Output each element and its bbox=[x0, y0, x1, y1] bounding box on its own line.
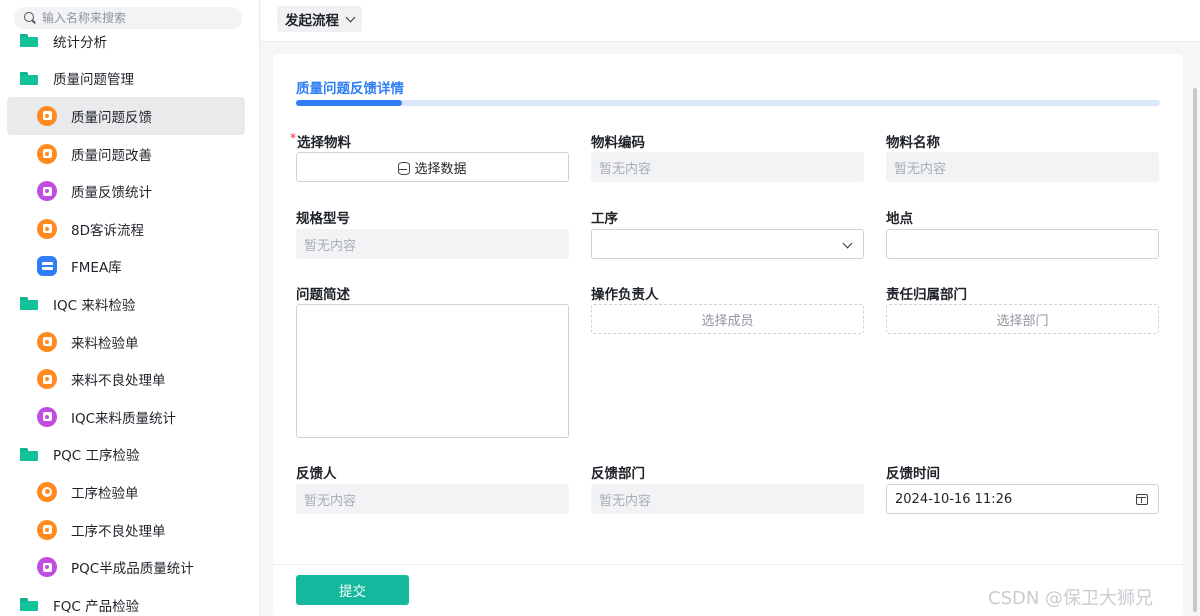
watermark: CSDN @保卫大狮兄 bbox=[988, 588, 1154, 609]
location-label: 地点 bbox=[886, 211, 913, 227]
reporter-label: 反馈人 bbox=[296, 466, 337, 482]
sidebar-item-label: 质量问题反馈 bbox=[71, 109, 152, 126]
select-department-button[interactable]: 选择部门 bbox=[886, 304, 1159, 334]
material-name-field: 暂无内容 bbox=[886, 152, 1159, 182]
sidebar-item-label: 质量问题改善 bbox=[71, 147, 152, 164]
submit-button[interactable]: 提交 bbox=[296, 575, 409, 605]
tab-feedback-detail[interactable]: 质量问题反馈详情 bbox=[296, 77, 404, 97]
tab-track bbox=[296, 100, 1160, 106]
material-code-field: 暂无内容 bbox=[591, 152, 864, 182]
reporter-dept-label: 反馈部门 bbox=[591, 466, 645, 482]
sidebar-item-label: 质量反馈统计 bbox=[71, 185, 152, 202]
defect-icon bbox=[37, 369, 57, 390]
chevron-down-icon bbox=[842, 238, 853, 249]
sidebar-item[interactable]: 质量问题反馈 bbox=[7, 97, 245, 135]
folder-icon bbox=[20, 34, 38, 48]
report-time-picker[interactable]: 2024-10-16 11:26 bbox=[886, 484, 1159, 514]
sidebar-nav: 统计分析质量问题管理质量问题反馈 质量问题改善 质量反馈统计 8D客诉流程 FMEA库 I… bbox=[0, 22, 259, 616]
sidebar-item-label: FQC 产品检验 bbox=[53, 598, 140, 615]
sidebar-item[interactable]: FMEA库 bbox=[7, 248, 245, 286]
scrollbar[interactable] bbox=[1193, 88, 1197, 612]
top-bar: 发起流程 bbox=[261, 0, 1200, 42]
chart-icon bbox=[37, 406, 57, 427]
sidebar-item-label: PQC 工序检验 bbox=[53, 448, 140, 465]
process-icon bbox=[37, 218, 57, 239]
spec-label: 规格型号 bbox=[296, 211, 350, 227]
process-select[interactable] bbox=[591, 229, 864, 259]
tab-active-indicator bbox=[296, 100, 402, 106]
folder-icon bbox=[20, 297, 38, 311]
sidebar-item-label: 工序检验单 bbox=[71, 485, 139, 502]
sidebar-item-label: 工序不良处理单 bbox=[71, 523, 166, 540]
owner-label: 操作负责人 bbox=[591, 287, 659, 303]
feedback-icon bbox=[37, 105, 57, 126]
material-code-label: 物料编码 bbox=[591, 135, 645, 151]
chart-icon bbox=[37, 557, 57, 578]
sidebar-group[interactable]: IQC 来料检验 bbox=[0, 285, 259, 323]
sidebar-group[interactable]: FQC 产品检验 bbox=[0, 586, 259, 616]
improve-icon bbox=[37, 143, 57, 164]
folder-icon bbox=[20, 71, 38, 85]
folder-icon bbox=[20, 447, 38, 461]
sidebar-item-label: IQC来料质量统计 bbox=[71, 410, 177, 427]
material-name-label: 物料名称 bbox=[886, 135, 940, 151]
sidebar-item[interactable]: 8D客诉流程 bbox=[7, 210, 245, 248]
sidebar-item-label: 质量问题管理 bbox=[53, 72, 134, 89]
sidebar-item-label: 来料检验单 bbox=[71, 335, 139, 352]
sidebar-item-label: PQC半成品质量统计 bbox=[71, 561, 194, 578]
start-flow-button[interactable]: 发起流程 bbox=[277, 6, 362, 32]
sidebar: 统计分析质量问题管理质量问题反馈 质量问题改善 质量反馈统计 8D客诉流程 FMEA库 I… bbox=[0, 0, 260, 616]
defect-icon bbox=[37, 519, 57, 540]
sidebar-item-label: 统计分析 bbox=[53, 34, 107, 51]
start-flow-label: 发起流程 bbox=[285, 13, 339, 29]
sidebar-item[interactable]: 工序检验单 bbox=[7, 473, 245, 511]
truck-icon bbox=[37, 331, 57, 352]
process-label: 工序 bbox=[591, 211, 618, 227]
department-label: 责任归属部门 bbox=[886, 287, 967, 303]
sidebar-group[interactable]: PQC 工序检验 bbox=[0, 436, 259, 474]
select-member-label: 选择成员 bbox=[701, 313, 754, 329]
location-input[interactable] bbox=[886, 229, 1159, 259]
material-label: *选择物料 bbox=[290, 131, 351, 151]
search-icon bbox=[24, 12, 36, 24]
search-input[interactable] bbox=[42, 11, 222, 25]
required-mark: * bbox=[290, 131, 296, 145]
chart-icon bbox=[37, 181, 57, 202]
calendar-icon bbox=[1136, 494, 1148, 505]
sidebar-item[interactable]: 工序不良处理单 bbox=[7, 511, 245, 549]
search-box[interactable] bbox=[14, 7, 242, 29]
library-icon bbox=[37, 256, 57, 277]
select-material-label: 选择数据 bbox=[414, 161, 467, 177]
footer-divider bbox=[273, 564, 1183, 565]
select-material-button[interactable]: 选择数据 bbox=[296, 152, 569, 182]
select-member-button[interactable]: 选择成员 bbox=[591, 304, 864, 334]
database-icon bbox=[398, 161, 411, 175]
sidebar-item-label: 来料不良处理单 bbox=[71, 373, 166, 390]
gear-icon bbox=[37, 481, 57, 502]
sidebar-item-label: 8D客诉流程 bbox=[71, 222, 144, 239]
sidebar-item[interactable]: PQC半成品质量统计 bbox=[7, 548, 245, 586]
sidebar-item[interactable]: 质量问题改善 bbox=[7, 135, 245, 173]
spec-field: 暂无内容 bbox=[296, 229, 569, 259]
description-textarea[interactable] bbox=[296, 304, 569, 438]
select-department-label: 选择部门 bbox=[996, 313, 1049, 329]
chevron-down-icon bbox=[345, 12, 356, 22]
sidebar-item[interactable]: 来料检验单 bbox=[7, 323, 245, 361]
folder-icon bbox=[20, 598, 38, 612]
sidebar-item-label: FMEA库 bbox=[71, 260, 122, 277]
sidebar-item[interactable]: 来料不良处理单 bbox=[7, 360, 245, 398]
report-time-value: 2024-10-16 11:26 bbox=[895, 491, 1013, 507]
sidebar-group[interactable]: 质量问题管理 bbox=[0, 60, 259, 98]
report-time-label: 反馈时间 bbox=[886, 466, 940, 482]
reporter-field: 暂无内容 bbox=[296, 484, 569, 514]
description-label: 问题简述 bbox=[296, 287, 350, 303]
sidebar-item[interactable]: IQC来料质量统计 bbox=[7, 398, 245, 436]
form-card: 质量问题反馈详情 *选择物料 选择数据 物料编码 暂无内容 物料名称 暂无内容 … bbox=[273, 54, 1183, 616]
reporter-dept-field: 暂无内容 bbox=[591, 484, 864, 514]
sidebar-item[interactable]: 质量反馈统计 bbox=[7, 172, 245, 210]
sidebar-item-label: IQC 来料检验 bbox=[53, 297, 136, 314]
